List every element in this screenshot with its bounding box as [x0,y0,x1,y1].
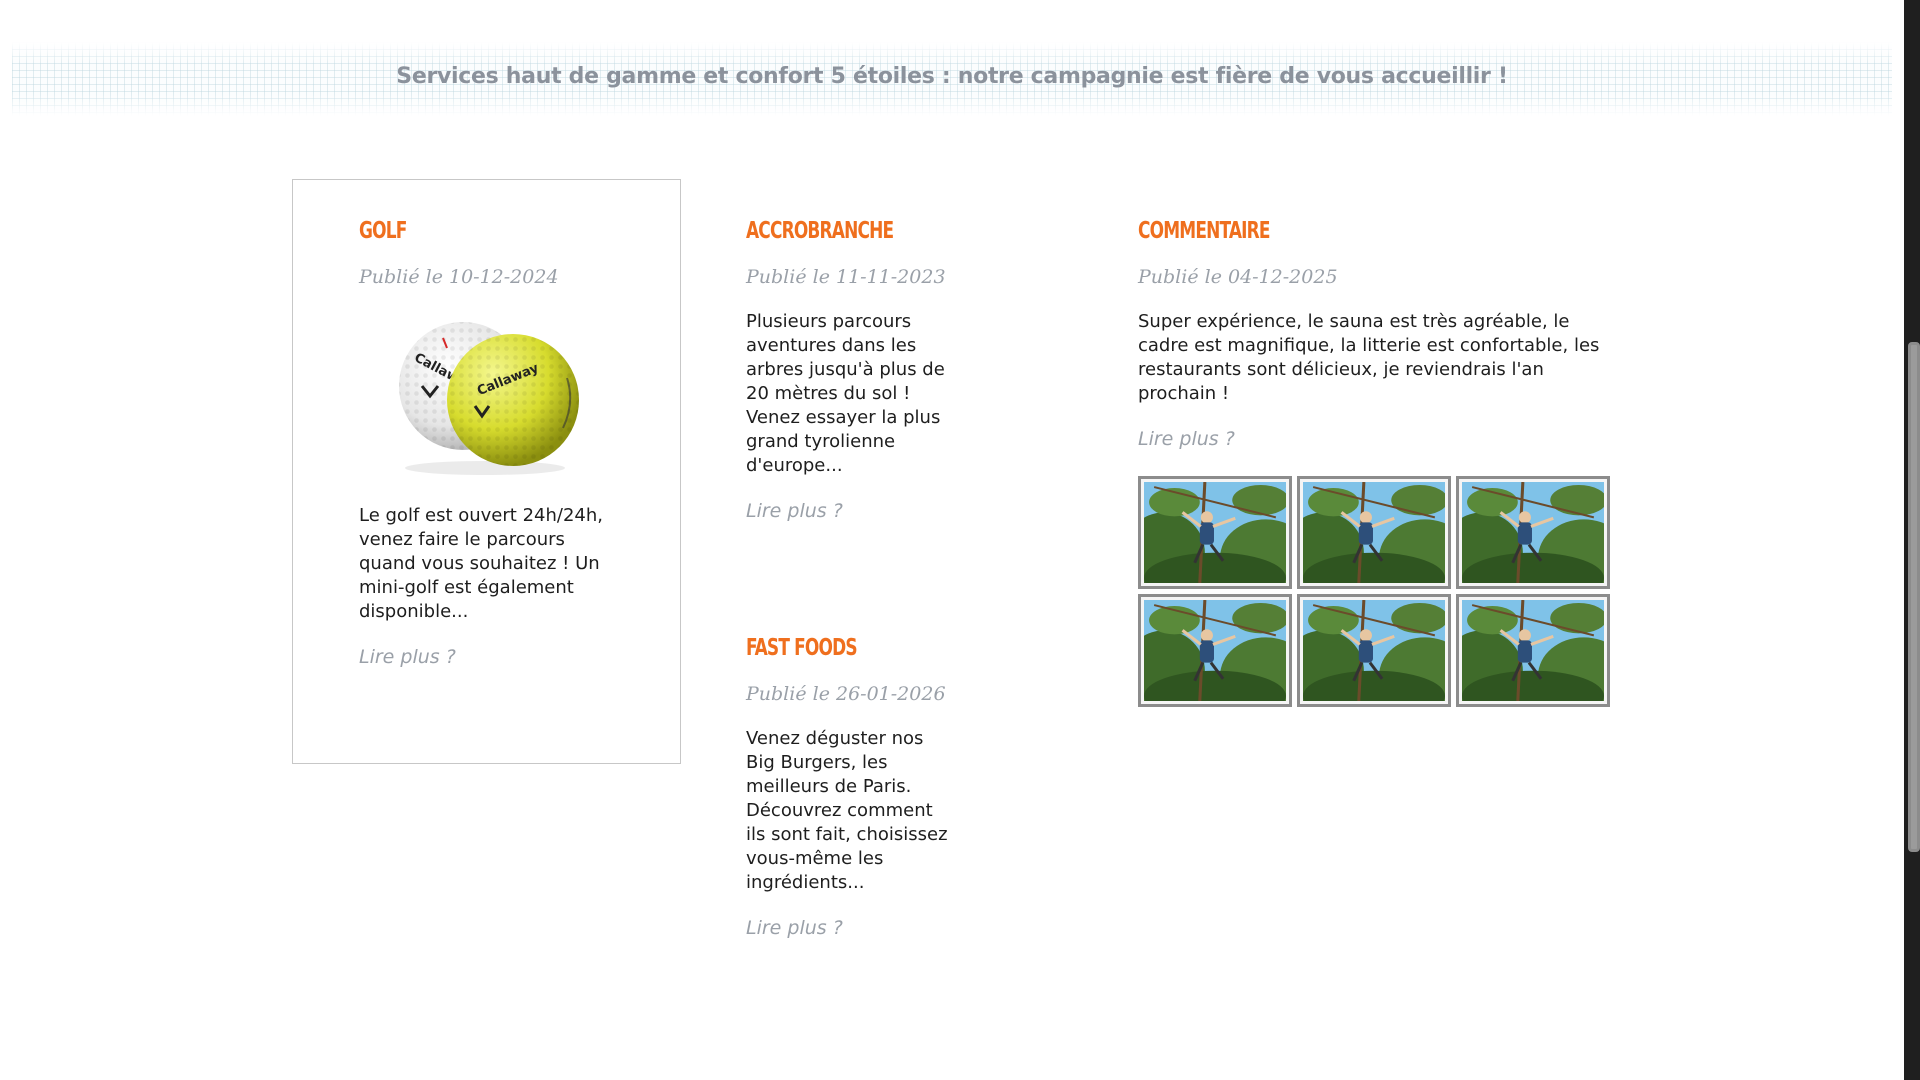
treetop-photo-icon [1462,600,1604,701]
accrobranche-text: Plusieurs parcours aventures dans les ar… [746,311,945,476]
golf-date: Publié le 10-12-2024 [359,266,559,288]
gallery-thumbnail[interactable] [1456,594,1610,707]
accrobranche-title[interactable]: ACCROBRANCHE [746,218,918,244]
golf-balls-image: Callaway Callaway [385,308,619,482]
gallery-thumbnail[interactable] [1138,594,1292,707]
gallery-thumbnail[interactable] [1297,476,1451,589]
accrobranche-date: Publié le 11-11-2023 [746,266,946,288]
fastfoods-text: Venez déguster nos Big Burgers, les meil… [746,728,948,893]
photo-gallery [1138,476,1610,707]
fastfoods-date: Publié le 26-01-2026 [746,683,946,705]
commentaire-title[interactable]: COMMENTAIRE [1138,218,1523,244]
treetop-photo-icon [1303,482,1445,583]
fastfoods-post: FAST FOODS Publié le 26-01-2026 Venez dé… [746,635,956,939]
treetop-photo-icon [1144,600,1286,701]
vertical-scrollbar[interactable] [1904,0,1920,1080]
commentaire-text: Super expérience, le sauna est très agré… [1138,311,1600,404]
gallery-thumbnail[interactable] [1456,476,1610,589]
fastfoods-read-more-link[interactable]: Lire plus ? [746,917,956,939]
fastfoods-title[interactable]: FAST FOODS [746,635,918,661]
gallery-thumbnail[interactable] [1297,594,1451,707]
commentaire-post: COMMENTAIRE Publié le 04-12-2025 Super e… [1138,218,1608,450]
scrollbar-thumb[interactable] [1908,342,1920,852]
golf-post: GOLF Publié le 10-12-2024 Callaway Calla… [359,218,619,668]
accrobranche-read-more-link[interactable]: Lire plus ? [746,500,956,522]
golf-read-more-link[interactable]: Lire plus ? [359,646,619,668]
golf-text: Le golf est ouvert 24h/24h, venez faire … [359,505,603,622]
page: Services haut de gamme et confort 5 étoi… [0,0,1904,1080]
treetop-photo-icon [1462,482,1604,583]
commentaire-read-more-link[interactable]: Lire plus ? [1138,428,1608,450]
banner-tagline: Services haut de gamme et confort 5 étoi… [396,64,1508,89]
commentaire-date: Publié le 04-12-2025 [1138,266,1338,288]
golf-balls-icon: Callaway Callaway [399,322,579,475]
golf-title[interactable]: GOLF [359,218,572,244]
treetop-photo-icon [1303,600,1445,701]
treetop-photo-icon [1144,482,1286,583]
accrobranche-post: ACCROBRANCHE Publié le 11-11-2023 Plusie… [746,218,956,522]
gallery-thumbnail[interactable] [1138,476,1292,589]
